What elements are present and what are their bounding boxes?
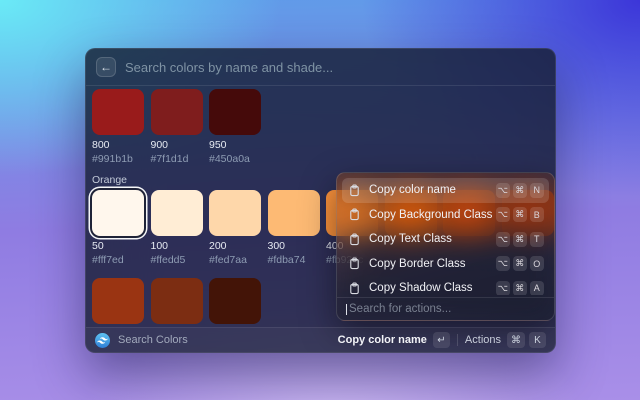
menu-item-copy-shadow-class[interactable]: Copy Shadow Class ⌥⌘A: [342, 276, 549, 295]
back-arrow-icon: ←: [100, 61, 112, 73]
color-swatch[interactable]: [151, 278, 203, 324]
red-shade-row: 800 #991b1b 900 #7f1d1d 950 #450a0a: [92, 89, 549, 165]
clipboard-icon: [348, 282, 361, 295]
color-swatch-900[interactable]: [151, 89, 203, 135]
menu-item-copy-text-class[interactable]: Copy Text Class ⌥⌘T: [342, 227, 549, 252]
color-swatch[interactable]: [92, 278, 144, 324]
text-cursor: [346, 304, 347, 315]
swatch-shade-label: 50: [92, 240, 144, 252]
menu-item-label: Copy Border Class: [369, 258, 466, 270]
keycap: ⌘: [513, 232, 528, 247]
menu-item-label: Copy color name: [369, 184, 456, 196]
color-swatch-200[interactable]: [209, 190, 261, 236]
back-button[interactable]: ←: [96, 57, 116, 77]
actions-search-row: Search for actions...: [337, 297, 554, 320]
footer-divider: [457, 334, 458, 346]
primary-action-button[interactable]: Copy color name ↵: [338, 332, 450, 348]
actions-search-input[interactable]: Search for actions...: [349, 303, 451, 315]
swatch-shade-label: 950: [209, 139, 261, 151]
swatch-hex-label: #7f1d1d: [151, 153, 203, 165]
color-swatch-cell[interactable]: 900 #7f1d1d: [151, 89, 203, 165]
swatch-shade-label: 800: [92, 139, 144, 151]
search-input[interactable]: Search colors by name and shade...: [125, 60, 333, 75]
keycap: ⌘: [513, 183, 528, 198]
color-swatch-cell[interactable]: [92, 278, 144, 324]
k-key-icon: K: [529, 332, 546, 348]
desktop-background: ← Search colors by name and shade... 800…: [0, 0, 640, 400]
swatch-hex-label: #450a0a: [209, 153, 261, 165]
shortcut-keys: ⌥⌘T: [496, 232, 545, 247]
color-swatch-cell[interactable]: 200 #fed7aa: [209, 190, 261, 266]
color-swatch-300[interactable]: [268, 190, 320, 236]
actions-button[interactable]: Actions ⌘ K: [465, 332, 546, 348]
color-swatch-950[interactable]: [209, 89, 261, 135]
keycap: B: [530, 207, 545, 222]
clipboard-icon: [348, 257, 361, 270]
keycap: T: [530, 232, 545, 247]
status-bar: Search Colors Copy color name ↵ Actions …: [86, 327, 555, 352]
keycap: A: [530, 281, 545, 295]
shortcut-keys: ⌥⌘O: [496, 256, 545, 271]
actions-label: Actions: [465, 334, 501, 346]
swatch-shade-label: 200: [209, 240, 261, 252]
search-bar: ← Search colors by name and shade...: [86, 49, 555, 86]
tailwind-logo-icon: [95, 333, 110, 348]
color-swatch-cell[interactable]: 300 #fdba74: [268, 190, 320, 266]
shortcut-keys: ⌥⌘B: [496, 207, 545, 222]
shortcut-keys: ⌥⌘N: [496, 183, 545, 198]
command-palette-window: ← Search colors by name and shade... 800…: [85, 48, 556, 353]
primary-action-label: Copy color name: [338, 334, 427, 346]
shortcut-keys: ⌥⌘A: [496, 281, 545, 295]
menu-item-label: Copy Shadow Class: [369, 282, 473, 294]
swatch-hex-label: #fdba74: [268, 254, 320, 266]
color-swatch-800[interactable]: [92, 89, 144, 135]
color-swatch-cell[interactable]: 50 #fff7ed: [92, 190, 144, 266]
swatch-hex-label: #991b1b: [92, 153, 144, 165]
clipboard-icon: [348, 208, 361, 221]
color-swatch-50[interactable]: [92, 190, 144, 236]
menu-item-label: Copy Background Class: [369, 209, 492, 221]
color-swatch[interactable]: [209, 278, 261, 324]
keycap: N: [530, 183, 545, 198]
menu-item-copy-background-class[interactable]: Copy Background Class ⌥⌘B: [342, 203, 549, 228]
swatch-shade-label: 300: [268, 240, 320, 252]
actions-menu-list: Copy color name⌥⌘NCopy Background Class⌥…: [337, 173, 554, 295]
actions-menu: Copy color name⌥⌘NCopy Background Class⌥…: [336, 172, 555, 321]
keycap: ⌘: [513, 207, 528, 222]
clipboard-icon: [348, 184, 361, 197]
footer-actions: Copy color name ↵ Actions ⌘ K: [338, 332, 546, 348]
app-name: Search Colors: [118, 334, 188, 346]
swatch-hex-label: #fed7aa: [209, 254, 261, 266]
color-swatch-cell[interactable]: 950 #450a0a: [209, 89, 261, 165]
swatch-hex-label: #fff7ed: [92, 254, 144, 266]
keycap: ⌘: [513, 256, 528, 271]
menu-item-label: Copy Text Class: [369, 233, 452, 245]
swatch-hex-label: #ffedd5: [151, 254, 203, 266]
color-swatch-cell[interactable]: 800 #991b1b: [92, 89, 144, 165]
keycap: ⌥: [496, 232, 511, 247]
color-swatch-cell[interactable]: 100 #ffedd5: [151, 190, 203, 266]
keycap: ⌥: [496, 183, 511, 198]
menu-item-copy-color-name[interactable]: Copy color name ⌥⌘N: [342, 178, 549, 203]
command-key-icon: ⌘: [507, 332, 525, 348]
keycap: ⌥: [496, 256, 511, 271]
swatch-shade-label: 100: [151, 240, 203, 252]
keycap: ⌥: [496, 281, 511, 295]
color-swatch-100[interactable]: [151, 190, 203, 236]
return-key-icon: ↵: [433, 332, 450, 348]
clipboard-icon: [348, 233, 361, 246]
keycap: ⌥: [496, 207, 511, 222]
swatch-shade-label: 900: [151, 139, 203, 151]
color-swatch-cell[interactable]: [209, 278, 261, 324]
menu-item-copy-border-class[interactable]: Copy Border Class ⌥⌘O: [342, 252, 549, 277]
color-swatch-cell[interactable]: [151, 278, 203, 324]
keycap: ⌘: [513, 281, 528, 295]
keycap: O: [530, 256, 545, 271]
